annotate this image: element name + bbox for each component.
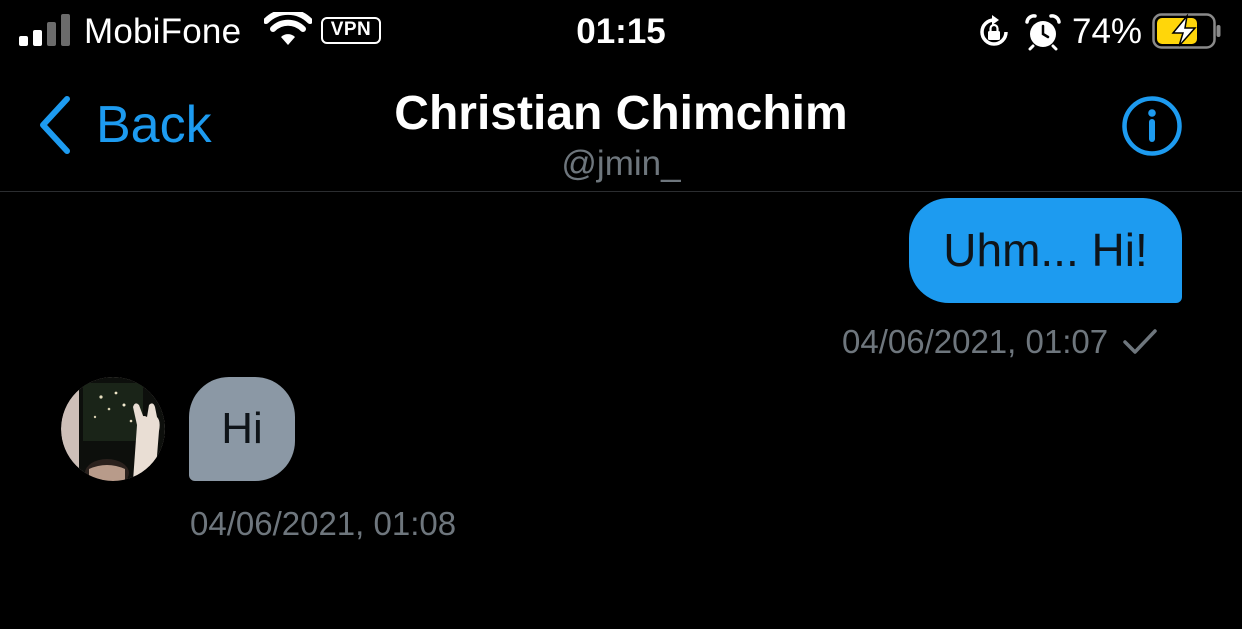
incoming-message-bubble[interactable]: Hi [189, 377, 295, 481]
message-timestamp: 04/06/2021, 01:07 [842, 323, 1109, 360]
conversation-title[interactable]: Christian Chimchim @jmin_ [0, 86, 1242, 184]
conversation-header: Back Christian Chimchim @jmin_ [0, 70, 1242, 192]
avatar[interactable] [61, 377, 165, 481]
battery-percent: 74% [1072, 12, 1143, 51]
contact-name: Christian Chimchim [394, 87, 848, 140]
status-bar: MobiFone VPN 01:15 74% [0, 0, 1242, 70]
battery-icon [1152, 13, 1221, 49]
alarm-icon [1025, 14, 1061, 51]
contact-handle: @jmin_ [561, 144, 681, 183]
outgoing-message-meta: 04/06/2021, 01:07 [842, 320, 1158, 364]
rotation-lock-icon [980, 15, 1008, 46]
info-icon[interactable] [1121, 95, 1183, 157]
outgoing-message-bubble[interactable]: Uhm... Hi! [909, 198, 1182, 303]
dm-conversation-screen: MobiFone VPN 01:15 74% Back Christian Ch… [0, 0, 1242, 629]
check-icon [1123, 329, 1157, 354]
message-timestamp: 04/06/2021, 01:08 [190, 505, 457, 542]
